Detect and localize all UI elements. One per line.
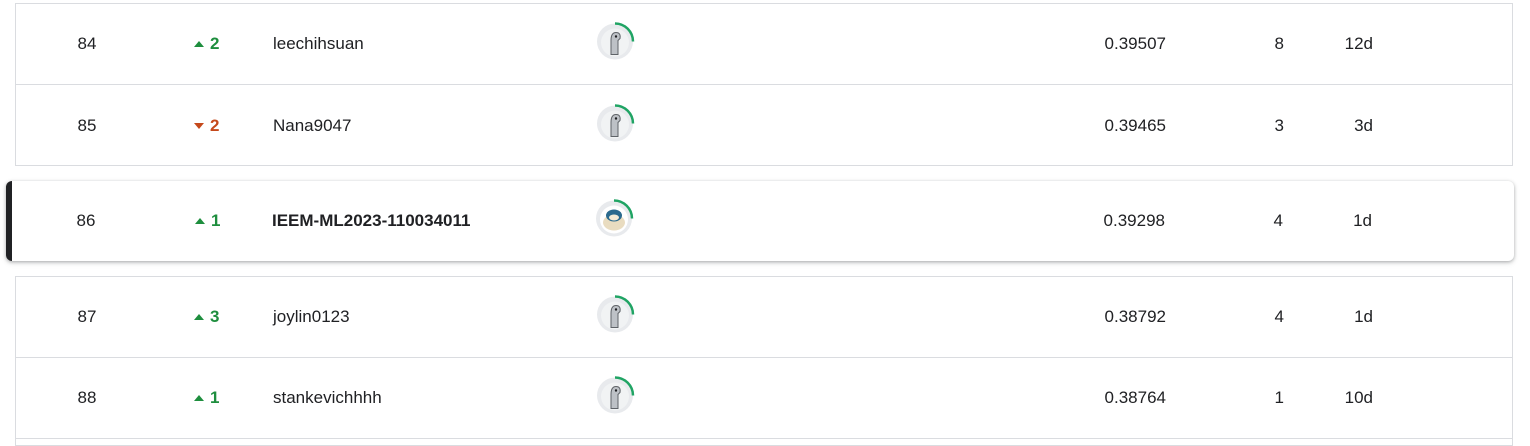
last-submission-cell: 1d — [1353, 211, 1372, 230]
rank-change: 2 — [194, 116, 219, 136]
team-name-link[interactable]: IEEM-ML2023-110034011 — [272, 211, 470, 231]
triangle-down-icon — [194, 122, 204, 129]
leaderboard-group-top: 84 2 leechihsuan 0.39507 8 12d 85 2 Nana… — [15, 3, 1513, 166]
team-avatar[interactable] — [593, 198, 635, 245]
triangle-up-icon — [194, 41, 204, 47]
team-avatar[interactable] — [594, 21, 636, 68]
score-cell: 0.38792 — [1104, 307, 1166, 326]
entries-cell: 1 — [1274, 388, 1284, 407]
bird-avatar-icon — [597, 103, 635, 141]
score-cell: 0.39298 — [1103, 211, 1165, 230]
entries-cell: 3 — [1274, 115, 1284, 135]
last-submission-cell: 3d — [1354, 115, 1373, 135]
rank-cell: 84 — [77, 34, 97, 53]
leaderboard-row[interactable]: 87 3 joylin0123 0.38792 4 1d — [16, 277, 1512, 358]
rank-change-value: 2 — [210, 115, 220, 135]
team-name-link[interactable]: leechihsuan — [273, 34, 364, 54]
rank-change-value: 2 — [210, 34, 220, 53]
leaderboard-row-highlighted[interactable]: 86 1 IEEM-ML2023-110034011 0.39298 4 1d — [6, 181, 1514, 261]
bird-avatar-icon — [597, 22, 635, 60]
bird-avatar-icon — [597, 376, 635, 414]
highlight-bar — [6, 181, 12, 261]
rank-cell: 87 — [77, 307, 97, 326]
team-name-link[interactable]: stankevichhhh — [273, 388, 382, 408]
rank-cell: 88 — [77, 388, 97, 407]
rank-change-value: 1 — [210, 388, 220, 407]
last-submission-cell: 12d — [1344, 34, 1373, 53]
entries-cell: 4 — [1274, 307, 1284, 326]
team-avatar[interactable] — [594, 102, 636, 149]
rank-change: 3 — [194, 307, 219, 327]
score-cell: 0.38764 — [1104, 388, 1166, 407]
entries-cell: 4 — [1273, 211, 1283, 230]
rank-change: 2 — [194, 34, 219, 54]
last-submission-cell: 10d — [1344, 388, 1373, 407]
score-cell: 0.39507 — [1104, 34, 1166, 53]
rank-change: 1 — [195, 211, 220, 231]
snorlax-avatar-icon — [596, 199, 634, 237]
rank-cell: 86 — [76, 211, 96, 230]
triangle-up-icon — [195, 218, 205, 224]
rank-change-value: 1 — [211, 211, 221, 230]
leaderboard-row[interactable]: 88 1 stankevichhhh 0.38764 1 10d — [16, 358, 1512, 439]
leaderboard-row[interactable]: 84 2 leechihsuan 0.39507 8 12d — [16, 4, 1512, 85]
rank-cell: 85 — [77, 115, 97, 135]
team-avatar[interactable] — [594, 294, 636, 341]
rank-change-value: 3 — [210, 307, 220, 326]
rank-change: 1 — [194, 388, 219, 408]
bird-avatar-icon — [597, 295, 635, 333]
last-submission-cell: 1d — [1354, 307, 1373, 326]
score-cell: 0.39465 — [1104, 115, 1166, 135]
triangle-up-icon — [194, 395, 204, 401]
team-name-link[interactable]: Nana9047 — [273, 116, 351, 136]
team-name-link[interactable]: joylin0123 — [273, 307, 350, 327]
triangle-up-icon — [194, 314, 204, 320]
leaderboard-row[interactable]: 85 2 Nana9047 0.39465 3 3d — [16, 85, 1512, 166]
team-avatar[interactable] — [594, 375, 636, 422]
entries-cell: 8 — [1274, 34, 1284, 53]
leaderboard-group-bottom: 87 3 joylin0123 0.38792 4 1d 88 1 stanke… — [15, 276, 1513, 446]
